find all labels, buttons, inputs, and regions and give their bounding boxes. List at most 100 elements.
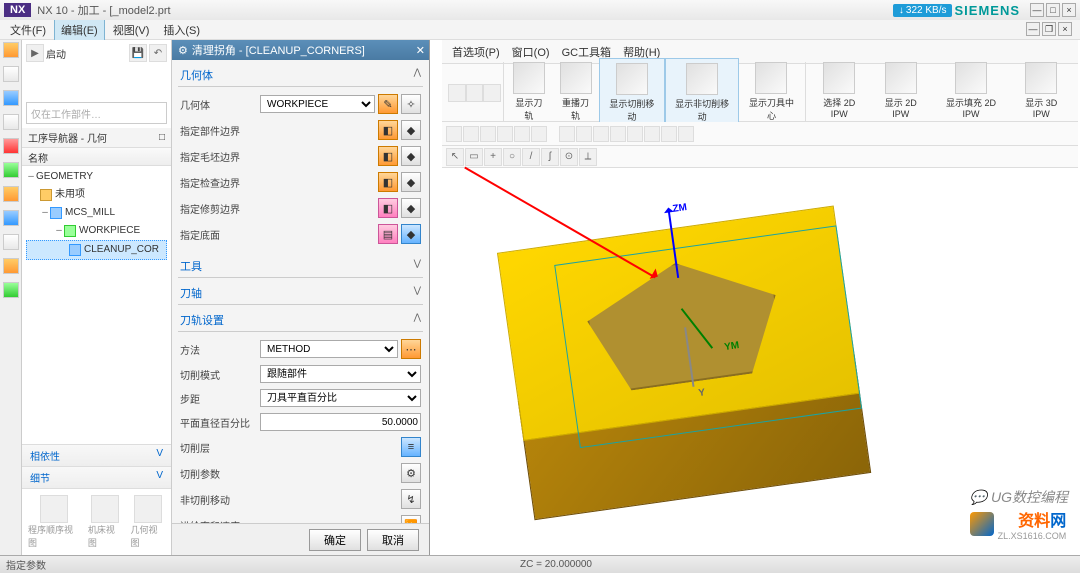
cancel-button[interactable]: 取消 [367,529,419,551]
floor-select-icon[interactable]: ▤ [378,224,398,244]
vt-5[interactable] [514,126,530,142]
menu-file[interactable]: 文件(F) [4,20,52,40]
rb-show-toolpath[interactable]: 显示刀轨 [506,58,553,128]
start-label[interactable]: 启动 [46,46,66,61]
blank-bnd-select-icon[interactable]: ◧ [378,146,398,166]
check-bnd-select-icon[interactable]: ◧ [378,172,398,192]
tree-cleanup-corners[interactable]: CLEANUP_COR [26,240,167,260]
tb-undo-icon[interactable]: ↶ [149,44,167,62]
status-zc: ZC = 20.000000 [520,559,592,570]
nav-view-machine[interactable]: 机床视图 [88,495,123,549]
nav-icon-9[interactable] [3,234,19,250]
tree-geometry[interactable]: –GEOMETRY [26,168,167,186]
tree-workpiece[interactable]: –WORKPIECE [26,222,167,240]
nav-icon-6[interactable] [3,162,19,178]
section-axis[interactable]: 刀轴⋁ [178,282,423,305]
tree-mcs[interactable]: –MCS_MILL [26,204,167,222]
trim-bnd-select-icon[interactable]: ◧ [378,198,398,218]
noncut-icon[interactable]: ↯ [401,489,421,509]
nav-section-details[interactable]: 细节V [22,467,171,489]
part-bnd-display-icon[interactable]: ◆ [401,120,421,140]
cut-params-icon[interactable]: ⚙ [401,463,421,483]
maximize-button[interactable]: □ [1046,3,1060,17]
graphics-viewport[interactable]: ZM YM Y 💬 UG数控编程 资料网 ZL.XS1616.COM [442,168,1080,573]
rb-replay-toolpath[interactable]: 重播刀轨 [552,58,599,128]
tb-save-icon[interactable]: 💾 [129,44,147,62]
rb-ico-2[interactable] [466,84,484,102]
label-trim-boundary: 指定修剪边界 [180,201,375,216]
label-noncut: 非切削移动 [180,492,398,507]
nav-icon-10[interactable] [3,258,19,274]
part-bnd-select-icon[interactable]: ◧ [378,120,398,140]
nav-section-deps[interactable]: 相依性V [22,445,171,467]
vt-1[interactable] [446,126,462,142]
cut-pattern-select[interactable]: 跟随部件 [260,365,421,383]
rb-ico-3[interactable] [483,84,501,102]
vt-4[interactable] [497,126,513,142]
nav-view-program[interactable]: 程序顺序视图 [28,495,80,549]
annotation-arrow [465,134,718,344]
vt-11[interactable] [627,126,643,142]
tree-unused[interactable]: 未用项 [26,186,167,204]
rb-show-2dipw[interactable]: 显示 2D IPW [870,58,932,128]
nav-icon-5[interactable] [3,138,19,154]
nav-icon-11[interactable] [3,282,19,298]
vt-7[interactable] [559,126,575,142]
vt-2[interactable] [463,126,479,142]
rb-show-cut-motion[interactable]: 显示切削移动 [599,58,665,128]
cut-levels-icon[interactable]: ≡ [401,437,421,457]
section-tool[interactable]: 工具⋁ [178,255,423,278]
ok-button[interactable]: 确定 [309,529,361,551]
gmenu-prefs[interactable]: 首选项(P) [452,44,500,60]
section-geometry[interactable]: 几何体⋀ [178,64,423,87]
flat-pct-input[interactable] [260,413,421,431]
st-2[interactable]: ▭ [465,148,483,166]
navigator-column-name[interactable]: 名称 [22,148,171,166]
vt-3[interactable] [480,126,496,142]
menu-edit[interactable]: 编辑(E) [54,19,105,41]
rb-ico-1[interactable] [448,84,466,102]
rb-select-2dipw[interactable]: 选择 2D IPW [808,58,870,128]
nav-view-geometry[interactable]: 几何视图 [130,495,165,549]
vt-6[interactable] [531,126,547,142]
menu-insert[interactable]: 插入(S) [157,20,206,40]
rb-show-tool-center[interactable]: 显示刀具中心 [739,58,803,128]
doc-close-button[interactable]: × [1058,22,1072,36]
feeds-icon[interactable]: ⏩ [401,515,421,523]
geometry-new-icon[interactable]: ✧ [401,94,421,114]
start-button[interactable]: ▶ [26,44,44,62]
rb-fill-2dipw[interactable]: 显示填充 2D IPW [932,58,1011,128]
floor-display-icon[interactable]: ◆ [401,224,421,244]
watermark: 💬 UG数控编程 资料网 ZL.XS1616.COM [970,487,1068,541]
label-check-boundary: 指定检查边界 [180,175,375,190]
method-edit-icon[interactable]: ⋯ [401,339,421,359]
nav-icon-1[interactable] [3,42,19,58]
check-bnd-display-icon[interactable]: ◆ [401,172,421,192]
geometry-edit-icon[interactable]: ✎ [378,94,398,114]
nav-icon-4[interactable] [3,114,19,130]
rb-show-3dipw[interactable]: 显示 3D IPW [1010,58,1072,128]
dialog-close-icon[interactable]: ✕ [416,44,425,57]
trim-bnd-display-icon[interactable]: ◆ [401,198,421,218]
nav-icon-2[interactable] [3,66,19,82]
st-1[interactable]: ↖ [446,148,464,166]
menu-view[interactable]: 视图(V) [107,20,156,40]
close-button[interactable]: × [1062,3,1076,17]
nav-icon-7[interactable] [3,186,19,202]
vt-8[interactable] [576,126,592,142]
section-path[interactable]: 刀轨设置⋀ [178,309,423,332]
minimize-button[interactable]: — [1030,3,1044,17]
nav-icon-8[interactable] [3,210,19,226]
filter-placeholder: 仅在工作部件… [31,106,101,121]
blank-bnd-display-icon[interactable]: ◆ [401,146,421,166]
method-select[interactable]: METHOD [260,340,398,358]
filter-input[interactable]: 仅在工作部件… [26,102,167,124]
nav-icon-3[interactable] [3,90,19,106]
vt-9[interactable] [593,126,609,142]
doc-restore-button[interactable]: ❐ [1042,22,1056,36]
geometry-select[interactable]: WORKPIECE [260,95,375,113]
vt-10[interactable] [610,126,626,142]
rb-show-noncut-motion[interactable]: 显示非切削移动 [665,58,740,128]
doc-minimize-button[interactable]: — [1026,22,1040,36]
stepover-select[interactable]: 刀具平直百分比 [260,389,421,407]
